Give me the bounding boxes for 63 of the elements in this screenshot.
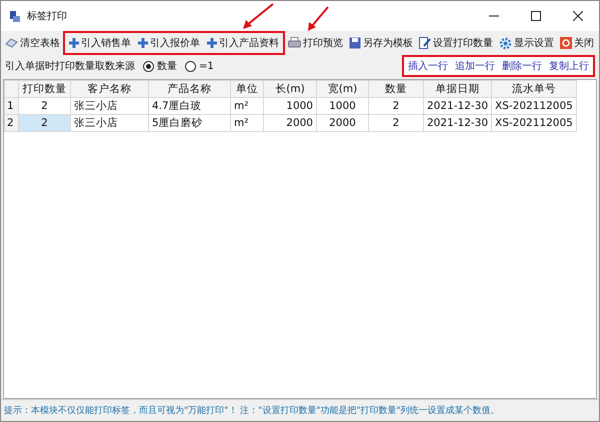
radio-button[interactable]: [185, 60, 196, 72]
table-cell: 2: [18, 114, 70, 132]
radio-option[interactable]: =1: [185, 60, 214, 72]
plus-icon: [69, 38, 79, 48]
radio-button[interactable]: [143, 60, 154, 72]
row-action-link[interactable]: 追加一行: [455, 59, 495, 73]
toolbar-button[interactable]: 设置打印数量: [416, 34, 496, 52]
toolbar-button[interactable]: 另存为模板: [346, 34, 416, 52]
table-cell: m²: [230, 98, 264, 114]
column-header[interactable]: 长(m): [264, 80, 316, 98]
toolbar-button[interactable]: 显示设置: [496, 34, 557, 52]
table-cell: 1000: [264, 98, 316, 114]
window-title: 标签打印: [27, 10, 67, 23]
toolbar-button[interactable]: 清空表格: [2, 34, 63, 52]
gear-icon: [499, 36, 512, 50]
table-cell: 2: [368, 114, 424, 132]
toolbar-button[interactable]: 打印预览: [285, 34, 346, 52]
table-cell: 2021-12-30: [424, 114, 492, 132]
table-cell: 1000: [316, 98, 368, 114]
table-cell: 5厘白磨砂: [148, 114, 230, 132]
table-cell: 2000: [264, 114, 316, 132]
pencil-document-icon: [419, 37, 431, 49]
column-header[interactable]: 单据日期: [424, 80, 492, 98]
table-cell: 张三小店: [70, 114, 148, 132]
column-header[interactable]: 客户名称: [70, 80, 148, 98]
table-cell: XS-202112005: [492, 98, 576, 114]
annotation-arrow: [306, 6, 330, 32]
column-header[interactable]: 产品名称: [148, 80, 230, 98]
column-header[interactable]: 数量: [368, 80, 424, 98]
row-number: 1: [4, 98, 18, 114]
minimize-icon: [489, 15, 499, 17]
table-cell: 2021-12-30: [424, 98, 492, 114]
row-action-link[interactable]: 复制上行: [549, 59, 589, 73]
status-text: 提示：本模块不仅仅能打印标签，而且可视为"万能打印"！ 注："设置打印数量"功能是把"打印数量"列统一设置成某个数值。: [4, 404, 500, 417]
table-cell: 2000: [316, 114, 368, 132]
annotation-arrow: [241, 3, 275, 31]
column-header[interactable]: 流水单号: [492, 80, 576, 98]
option-label: 引入单据时打印数量取数来源: [5, 60, 135, 73]
close-icon: [573, 11, 583, 21]
table-cell: m²: [230, 114, 264, 132]
row-number: 2: [4, 114, 18, 132]
row-action-link[interactable]: 插入一行: [408, 59, 448, 73]
maximize-icon: [531, 11, 541, 21]
app-icon: [9, 10, 21, 22]
toolbar-button[interactable]: 引入销售单: [66, 34, 134, 52]
radio-option[interactable]: 数量: [143, 59, 177, 73]
table-cell: 4.7厘白玻: [148, 98, 230, 114]
table-cell: 2: [18, 98, 70, 114]
row-action-link[interactable]: 删除一行: [502, 59, 542, 73]
plus-icon: [138, 38, 148, 48]
toolbar-button[interactable]: 引入报价单: [135, 34, 203, 52]
table-cell: 2: [368, 98, 424, 114]
column-header[interactable]: 单位: [230, 80, 264, 98]
column-header[interactable]: 宽(m): [316, 80, 368, 98]
printer-icon: [288, 37, 301, 49]
column-header[interactable]: 打印数量: [18, 80, 70, 98]
close-icon: [560, 37, 572, 49]
table-cell: XS-202112005: [492, 114, 576, 132]
eraser-icon: [5, 37, 18, 49]
toolbar-button[interactable]: 引入产品资料: [204, 34, 282, 52]
plus-icon: [207, 38, 217, 48]
toolbar-button[interactable]: 关闭: [557, 34, 597, 52]
table-cell: 张三小店: [70, 98, 148, 114]
